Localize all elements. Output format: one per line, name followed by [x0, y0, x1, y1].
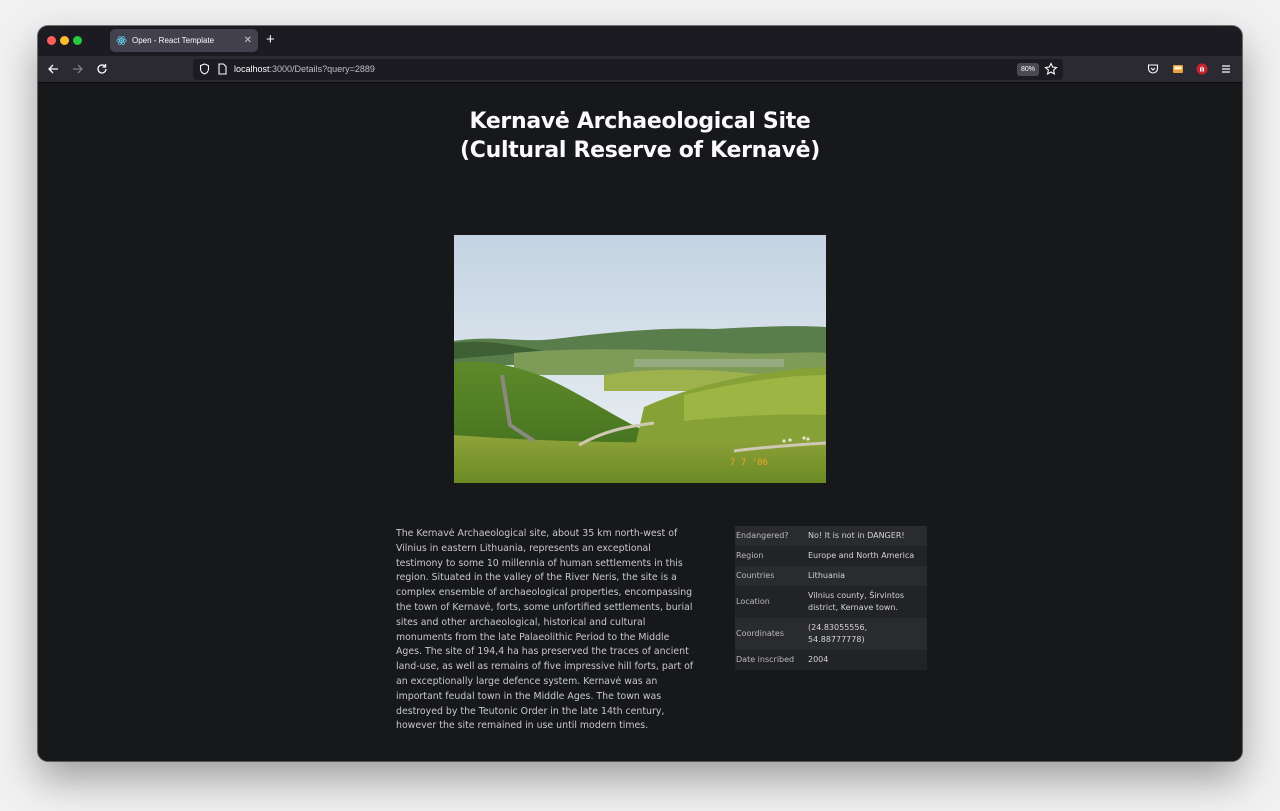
info-key: Endangered? — [736, 531, 789, 540]
info-row: Location Vilnius county, Širvintos distri… — [735, 586, 927, 618]
browser-window: Open - React Template ✕ + localhost:3000… — [38, 26, 1242, 761]
info-value: 2004 — [808, 655, 829, 664]
reload-button[interactable] — [95, 62, 109, 76]
info-value: Vilnius county, Širvintos district, Kern… — [808, 591, 905, 612]
info-value: Europe and North America — [808, 551, 915, 560]
pocket-icon — [1147, 64, 1159, 74]
info-row: Coordinates (24.83055556, 54.88777778) — [735, 618, 927, 650]
info-table: Endangered? No! It is not in DANGER! Regio… — [735, 526, 927, 670]
pocket-button[interactable] — [1146, 62, 1160, 76]
info-key: Coordinates — [736, 629, 785, 638]
url-text[interactable]: localhost:3000/Details?query=2889 — [234, 64, 375, 74]
page-content: Kernavė Archaeological Site (Cultural Re… — [38, 83, 1242, 761]
zoom-badge[interactable]: 80% — [1016, 63, 1039, 76]
landscape-image: 7 7 '06 — [454, 235, 826, 483]
info-key: Location — [736, 597, 770, 606]
react-icon — [116, 35, 127, 46]
menu-button[interactable] — [1219, 62, 1233, 76]
tab-active[interactable]: Open - React Template ✕ — [110, 29, 258, 52]
maximize-window-button[interactable] — [73, 36, 82, 45]
forward-button[interactable] — [71, 62, 85, 76]
site-description: The Kernavė Archaeological site, about 3… — [396, 528, 694, 732]
tab-close-icon[interactable]: ✕ — [244, 35, 252, 46]
url-bar[interactable]: localhost:3000/Details?query=2889 80% — [193, 59, 1063, 80]
addon-button[interactable] — [1195, 62, 1209, 76]
info-row: Region Europe and North America — [735, 546, 927, 566]
hand-shield-icon — [1196, 63, 1208, 75]
hamburger-menu-icon — [1222, 65, 1230, 73]
close-window-button[interactable] — [47, 36, 56, 45]
info-value: No! It is not in DANGER! — [808, 531, 905, 540]
back-button[interactable] — [46, 62, 60, 76]
arrow-left-icon — [48, 64, 58, 74]
photo-date-stamp: 7 7 '06 — [730, 458, 768, 468]
info-key: Countries — [736, 571, 775, 580]
site-photo: 7 7 '06 — [454, 235, 826, 483]
info-key: Date inscribed — [736, 655, 795, 664]
info-row: Date inscribed 2004 — [735, 650, 927, 670]
info-value: (24.83055556, 54.88777778) — [808, 623, 868, 644]
extension-button[interactable] — [1171, 62, 1185, 76]
info-row: Countries Lithuania — [735, 566, 927, 586]
nav-bar: localhost:3000/Details?query=2889 80% — [38, 56, 1242, 83]
new-tab-button[interactable]: + — [266, 32, 275, 47]
tab-title: Open - React Template — [132, 36, 215, 45]
tab-bar: Open - React Template ✕ + — [38, 26, 1242, 56]
reload-icon — [97, 64, 107, 74]
arrow-right-icon — [73, 64, 83, 74]
info-key: Region — [736, 551, 764, 560]
shield-icon — [199, 63, 210, 75]
minimize-window-button[interactable] — [60, 36, 69, 45]
page-icon — [218, 63, 227, 75]
info-row: Endangered? No! It is not in DANGER! — [735, 526, 927, 546]
page-title: Kernavė Archaeological Site (Cultural Re… — [459, 109, 821, 163]
extension-icon — [1173, 65, 1183, 73]
bookmark-star-icon — [1044, 62, 1058, 75]
info-value: Lithuania — [808, 571, 846, 580]
